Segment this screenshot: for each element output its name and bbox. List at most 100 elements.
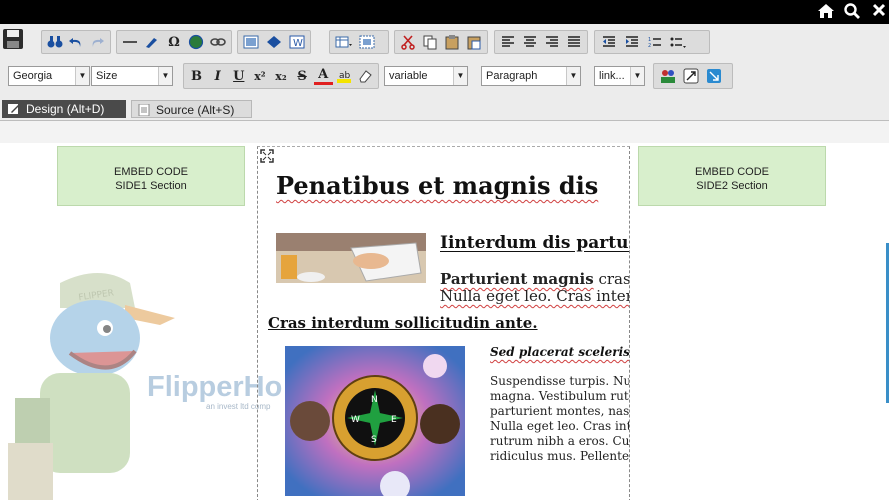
- link-select[interactable]: link... ▼: [594, 66, 645, 86]
- format-select[interactable]: Paragraph ▼: [481, 66, 581, 86]
- tab-design[interactable]: Design (Alt+D): [2, 100, 126, 118]
- link-value: link...: [599, 70, 625, 82]
- cut-icon[interactable]: [398, 32, 418, 52]
- resize-icon[interactable]: [680, 66, 701, 86]
- undo-icon[interactable]: [66, 32, 85, 52]
- font-family-value: Georgia: [13, 70, 53, 82]
- outdent-icon[interactable]: [598, 32, 619, 52]
- tab-source[interactable]: Source (Alt+S): [131, 100, 252, 118]
- style-value: variable: [389, 70, 428, 82]
- horizontal-rule-icon[interactable]: [120, 32, 140, 52]
- embed-side1-section: SIDE1 Section: [115, 180, 187, 192]
- intro-bold-text: Parturient magnis: [440, 270, 594, 288]
- intro-paragraph: Parturient magnis cras Nulla eget leo. C…: [440, 270, 630, 305]
- pen-icon[interactable]: [142, 32, 162, 52]
- users-icon[interactable]: [657, 66, 678, 86]
- svg-text:W: W: [351, 415, 360, 425]
- toolbar-row-2: Georgia ▼ Size ▼ B I U x² x₂ S A ab vari…: [0, 61, 889, 93]
- editor-content[interactable]: FLIPPER FlipperHo an invest ltd comp EMB…: [0, 143, 889, 500]
- font-color-button[interactable]: A: [313, 67, 333, 85]
- table-icon[interactable]: [333, 32, 354, 52]
- chevron-down-icon: ▼: [630, 67, 644, 85]
- main-editable-column[interactable]: Penatibus et magnis dis Iinterdum dis pa…: [257, 146, 630, 500]
- align-justify-icon[interactable]: [564, 32, 584, 52]
- section-heading: Cras interdum sollicitudin ante.: [268, 314, 538, 332]
- expand-icon[interactable]: [703, 66, 724, 86]
- svg-text:N: N: [371, 395, 378, 405]
- format-group: B I U x² x₂ S A ab: [183, 63, 379, 89]
- embed-side1-title: EMBED CODE: [114, 166, 188, 178]
- intro-text: cras: [593, 270, 630, 288]
- extras-group: [653, 63, 733, 89]
- section-subheading: Iinterdum dis partur: [440, 233, 630, 253]
- eraser-icon[interactable]: [356, 66, 375, 86]
- underline-button[interactable]: U: [229, 66, 248, 86]
- body-paragraph: Suspendisse turpis. Null magna. Vestibul…: [490, 374, 630, 463]
- italic-button[interactable]: I: [208, 66, 227, 86]
- clipboard-group: [394, 30, 488, 54]
- search-icon[interactable]: [842, 2, 862, 22]
- font-size-value: Size: [96, 70, 118, 82]
- home-icon[interactable]: [816, 2, 836, 22]
- image-icon[interactable]: [241, 32, 262, 52]
- indent-icon[interactable]: [621, 32, 642, 52]
- font-size-select[interactable]: Size ▼: [91, 66, 173, 86]
- intro-line2: Nulla eget leo. Cras interdu: [440, 287, 629, 305]
- toolbar-row-1: Ω W 12: [0, 24, 889, 56]
- embed-side2[interactable]: EMBED CODE SIDE2 Section: [638, 146, 826, 206]
- chevron-down-icon: ▼: [453, 67, 467, 85]
- link-chain-icon[interactable]: [208, 32, 228, 52]
- table-group: [329, 30, 389, 54]
- svg-text:2: 2: [648, 43, 651, 48]
- globe-icon[interactable]: [186, 32, 206, 52]
- align-left-icon[interactable]: [498, 32, 518, 52]
- close-icon[interactable]: [869, 2, 889, 22]
- editor-path-bar: [0, 121, 889, 144]
- strikethrough-button[interactable]: S: [293, 66, 312, 86]
- special-character-icon[interactable]: Ω: [164, 32, 184, 52]
- style-select[interactable]: variable ▼: [384, 66, 468, 86]
- design-icon: [8, 104, 19, 114]
- align-center-icon[interactable]: [520, 32, 540, 52]
- embed-side2-section: SIDE2 Section: [696, 180, 768, 192]
- chevron-down-icon: ▼: [75, 67, 89, 85]
- align-group: [494, 30, 588, 54]
- italic-subheading: Sed placerat scelerisq: [490, 345, 630, 359]
- svg-text:E: E: [391, 415, 397, 425]
- source-icon: [138, 104, 150, 116]
- cell-props-icon[interactable]: [356, 32, 377, 52]
- redo-icon[interactable]: [88, 32, 107, 52]
- word-paste-icon[interactable]: W: [286, 32, 307, 52]
- subscript-button[interactable]: x₂: [271, 66, 290, 86]
- media-group: W: [237, 30, 311, 54]
- maximize-icon[interactable]: [260, 149, 274, 163]
- insert-group: Ω: [116, 30, 232, 54]
- svg-text:ab: ab: [339, 71, 351, 81]
- mode-tabs: Design (Alt+D) Source (Alt+S): [0, 98, 889, 121]
- paste-text-icon[interactable]: [464, 32, 484, 52]
- save-icon[interactable]: [2, 28, 26, 52]
- align-right-icon[interactable]: [542, 32, 562, 52]
- editor-toolbar: Ω W 12 Georgia ▼ Size ▼ B I U x² x₂ S A …: [0, 24, 889, 99]
- highlight-icon[interactable]: ab: [335, 66, 354, 86]
- svg-text:W: W: [293, 38, 303, 49]
- superscript-button[interactable]: x²: [250, 66, 269, 86]
- compass-collage-image: N S W E: [285, 346, 465, 496]
- bold-button[interactable]: B: [187, 66, 206, 86]
- font-family-select[interactable]: Georgia ▼: [8, 66, 90, 86]
- embed-side2-title: EMBED CODE: [695, 166, 769, 178]
- copy-icon[interactable]: [420, 32, 440, 52]
- find-undo-group: [41, 30, 111, 54]
- find-icon[interactable]: [45, 32, 64, 52]
- article-title: Penatibus et magnis dis: [276, 171, 599, 200]
- top-bar: [0, 0, 889, 24]
- chevron-down-icon: ▼: [158, 67, 172, 85]
- unordered-list-icon[interactable]: [667, 32, 688, 52]
- laptop-photo: [276, 233, 426, 283]
- embed-side1[interactable]: EMBED CODE SIDE1 Section: [57, 146, 245, 206]
- paste-icon[interactable]: [442, 32, 462, 52]
- format-value: Paragraph: [486, 70, 538, 82]
- flash-icon[interactable]: [264, 32, 285, 52]
- ordered-list-icon[interactable]: 12: [644, 32, 665, 52]
- svg-text:S: S: [371, 435, 377, 445]
